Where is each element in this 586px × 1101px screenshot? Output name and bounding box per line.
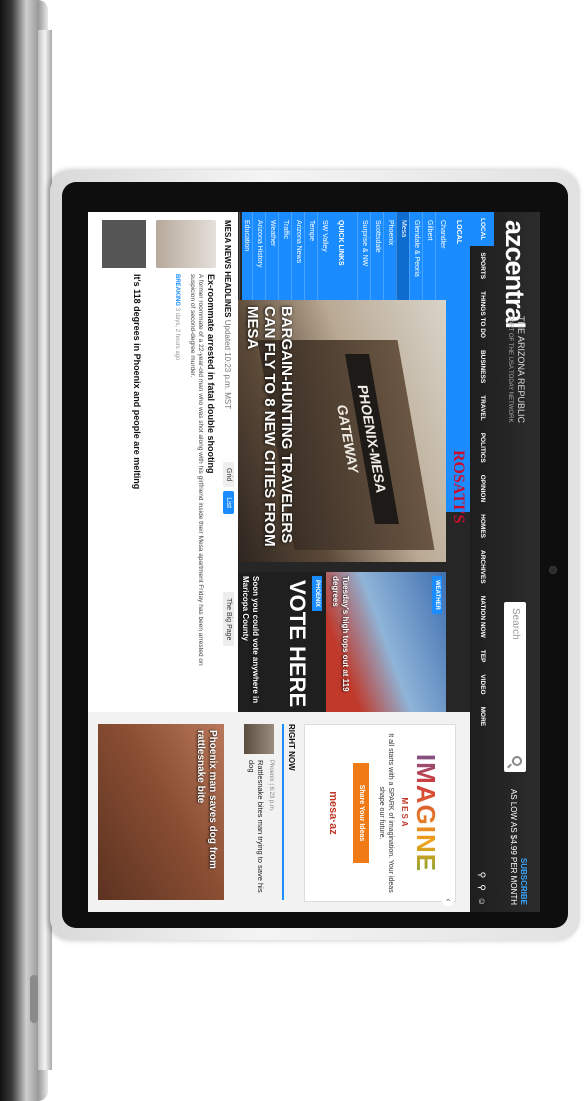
search-placeholder: Search [510, 608, 521, 640]
nav-politics[interactable]: POLITICS [470, 427, 494, 469]
story-title-2[interactable]: It's 118 degrees in Phoenix and people a… [132, 274, 142, 694]
local-menu-title: LOCAL [455, 220, 462, 245]
mesa-az-logo: mesa·az [327, 791, 339, 835]
screen: azcentral THE ARIZONA REPUBLIC PART OF T… [88, 212, 540, 912]
search-icon[interactable] [512, 756, 522, 766]
nav-sports[interactable]: SPORTS [470, 246, 494, 285]
site-header: azcentral THE ARIZONA REPUBLIC PART OF T… [470, 212, 540, 912]
nav-business[interactable]: BUSINESS [470, 344, 494, 389]
vote-caption[interactable]: Soon you could vote anywhere in Maricopa… [240, 576, 260, 708]
main-nav: LOCAL SPORTS THINGS TO DO BUSINESS TRAVE… [470, 212, 494, 912]
nav-travel[interactable]: TRAVEL [470, 389, 494, 427]
publisher-name: THE ARIZONA REPUBLIC PART OF THE USA TOD… [504, 316, 526, 423]
quick-links-title: QUICK LINKS [337, 220, 344, 266]
news-headlines: MESA NEWS HEADLINES Updated 10:23 p.m. M… [88, 212, 238, 712]
web-page: azcentral THE ARIZONA REPUBLIC PART OF T… [88, 212, 540, 912]
breaking-badge: BREAKING [174, 274, 180, 307]
subscribe-price: AS LOW AS $4.99 PER MONTH [509, 788, 518, 905]
nav-homes[interactable]: HOMES [470, 508, 494, 544]
vote-tile[interactable]: PHOENIX VOTE HERE Soon you could vote an… [236, 572, 326, 712]
right-now-heading: RIGHT NOW [282, 724, 296, 900]
weather-caption[interactable]: Tuesday's high tops out at 119 degrees [330, 576, 350, 708]
chevron-icon[interactable]: ‹ [442, 894, 454, 906]
subscribe-link[interactable]: SUBSCRIBE AS LOW AS $4.99 PER MONTH [508, 787, 528, 905]
publisher-subtitle: PART OF THE USA TODAY NETWORK [507, 316, 513, 423]
nav-video[interactable]: VIDEO [470, 668, 494, 700]
right-now-thumbnail [244, 724, 274, 754]
laptop-notch [30, 975, 38, 1023]
grid-view-button[interactable]: Grid [223, 462, 234, 488]
nav-things-to-do[interactable]: THINGS TO DO [470, 285, 494, 344]
story-title[interactable]: Ex-roommate arrested in fatal double sho… [206, 274, 216, 694]
nav-tep[interactable]: TEP [470, 644, 494, 669]
thermometer-thumbnail[interactable] [102, 220, 146, 268]
ad-title: IMAGINE [410, 725, 441, 901]
camera-icon [549, 566, 557, 574]
vote-tag: PHOENIX [312, 576, 322, 612]
search-icon[interactable]: ⚲ [470, 884, 494, 891]
right-now-meta: Phoenix | 6:23 p.m. [268, 760, 274, 812]
share-ideas-button[interactable]: Share Your Ideas [353, 763, 369, 863]
right-now-story[interactable]: Phoenix | 6:23 p.m. Rattlesnake bites ma… [234, 724, 274, 900]
news-heading-title: MESA NEWS HEADLINES [223, 220, 232, 318]
share-icon[interactable]: ⚲ [470, 872, 494, 879]
photo-story[interactable]: Phoenix man saves dog from rattlesnake b… [98, 724, 224, 900]
publisher-title: THE ARIZONA REPUBLIC [516, 316, 526, 424]
photo-story-caption[interactable]: Phoenix man saves dog from rattlesnake b… [194, 730, 218, 890]
hero-headline[interactable]: BARGAIN-HUNTING TRAVELERS CAN FLY TO 8 N… [244, 306, 295, 556]
right-rail: IMAGINE MESA It all starts with a SPARK … [88, 712, 470, 912]
search-input[interactable]: Search [504, 602, 526, 772]
site-logo[interactable]: azcentral [499, 220, 530, 328]
rosatis-ad-banner[interactable]: ROSATI'S [446, 450, 470, 570]
story-meta: BREAKING 3 days, 2 hours ago [174, 274, 180, 360]
right-now-title[interactable]: Rattlesnake bites man trying to save his… [247, 760, 265, 900]
nav-more[interactable]: MORE [470, 701, 494, 733]
view-toggle: Grid List [223, 462, 234, 515]
ad-subtitle: MESA [400, 797, 409, 829]
ad-copy: It all starts with a SPARK of imaginatio… [378, 733, 394, 893]
nav-icons: ⚲ ⚲ ☺ [470, 872, 494, 906]
news-updated: Updated 10:23 p.m. MST [223, 319, 232, 410]
nav-local[interactable]: LOCAL [470, 212, 494, 247]
imagine-mesa-ad[interactable]: IMAGINE MESA It all starts with a SPARK … [304, 724, 456, 902]
news-heading: MESA NEWS HEADLINES Updated 10:23 p.m. M… [223, 220, 232, 409]
weather-tag: WEATHER [432, 576, 442, 614]
story-summary: A former roommate of a 22-year-old man w… [189, 274, 204, 666]
big-page-button[interactable]: The Big Page [223, 592, 234, 647]
vote-sign: VOTE HERE [285, 580, 310, 708]
subscribe-label: SUBSCRIBE [519, 857, 528, 905]
nav-archives[interactable]: ARCHIVES [470, 544, 494, 590]
weather-tile[interactable]: WEATHER Tuesday's high tops out at 119 d… [326, 572, 446, 712]
user-icon[interactable]: ☺ [470, 897, 494, 906]
nav-opinion[interactable]: OPINION [470, 469, 494, 508]
list-view-button[interactable]: List [223, 491, 234, 515]
story-age: 3 days, 2 hours ago [174, 307, 180, 361]
story-thumbnail[interactable] [156, 220, 216, 268]
nav-nation-now[interactable]: NATION NOW [470, 590, 494, 644]
hero-story[interactable]: PHOENIX-MESA GATEWAY BARGAIN-HUNTING TRA… [238, 300, 446, 562]
